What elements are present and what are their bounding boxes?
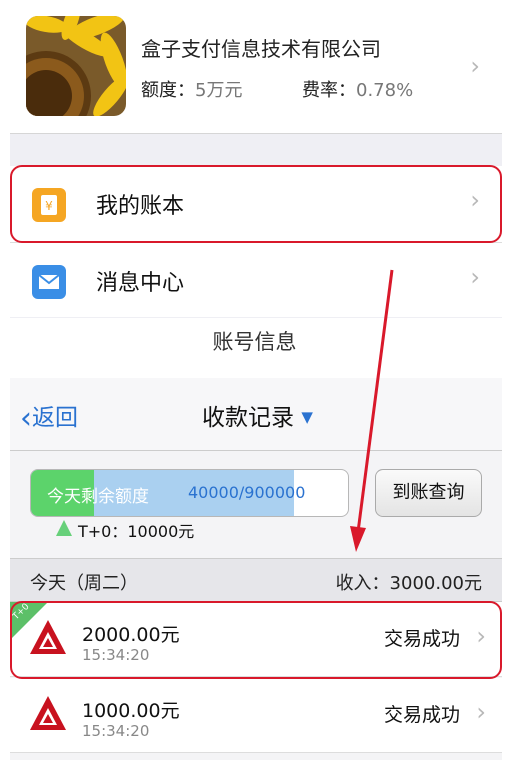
mail-icon bbox=[32, 265, 66, 299]
limit-line: 额度：5万元 bbox=[141, 76, 242, 102]
fee-value: 0.78% bbox=[356, 80, 414, 101]
record-row[interactable]: 1000.00元 15:34:20 交易成功 › bbox=[10, 678, 502, 753]
t0-amount: T+0：10000元 bbox=[78, 522, 195, 541]
date-label: 今天（周二） bbox=[30, 573, 138, 594]
back-button[interactable]: ‹返回 bbox=[20, 398, 78, 436]
page-title-text: 收款记录 bbox=[202, 405, 294, 431]
quota-value: 40000/900000 bbox=[188, 483, 306, 502]
record-time: 15:34:20 bbox=[82, 722, 150, 740]
date-header: 今天（周二） 收入：3000.00元 bbox=[10, 558, 502, 602]
back-label: 返回 bbox=[32, 405, 78, 431]
pointer-triangle-icon bbox=[56, 520, 72, 536]
menu-item-label: 消息中心 bbox=[96, 271, 185, 296]
quota-label: 今天剩余额度 bbox=[47, 487, 149, 507]
merchant-avatar bbox=[26, 16, 126, 116]
record-amount: 1000.00元 bbox=[82, 700, 180, 722]
merchant-card[interactable]: 盒子支付信息技术有限公司 额度：5万元 费率：0.78% › bbox=[10, 0, 502, 134]
fee-label: 费率： bbox=[302, 80, 356, 101]
records-panel: ‹返回 收款记录 ▼ 今天剩余额度 40000/900000 到账查询 T+0：… bbox=[10, 378, 502, 760]
limit-value: 5万元 bbox=[195, 80, 243, 101]
caret-down-icon: ▼ bbox=[301, 408, 313, 426]
account-panel: 盒子支付信息技术有限公司 额度：5万元 费率：0.78% › ¥ 我的账本 › bbox=[10, 0, 502, 318]
highlight-record bbox=[10, 601, 502, 679]
highlight-ledger bbox=[10, 165, 502, 243]
nav-bar: ‹返回 收款记录 ▼ bbox=[10, 378, 502, 451]
quota-bar: 今天剩余额度 40000/900000 bbox=[30, 469, 349, 517]
arrival-query-button[interactable]: 到账查询 bbox=[375, 469, 482, 517]
section-caption: 账号信息 bbox=[212, 330, 297, 354]
bank-logo-icon bbox=[28, 694, 68, 734]
menu-item-messages[interactable]: 消息中心 › bbox=[10, 242, 502, 317]
fee-line: 费率：0.78% bbox=[302, 76, 413, 102]
page-title[interactable]: 收款记录 ▼ bbox=[202, 398, 313, 432]
merchant-name: 盒子支付信息技术有限公司 bbox=[141, 37, 381, 61]
record-status: 交易成功 bbox=[383, 704, 460, 726]
chevron-right-icon: › bbox=[470, 263, 480, 291]
chevron-right-icon: › bbox=[476, 698, 486, 726]
limit-label: 额度： bbox=[141, 80, 195, 101]
chevron-left-icon: ‹ bbox=[20, 401, 32, 436]
chevron-right-icon: › bbox=[470, 52, 480, 80]
income-total: 收入：3000.00元 bbox=[335, 573, 482, 594]
